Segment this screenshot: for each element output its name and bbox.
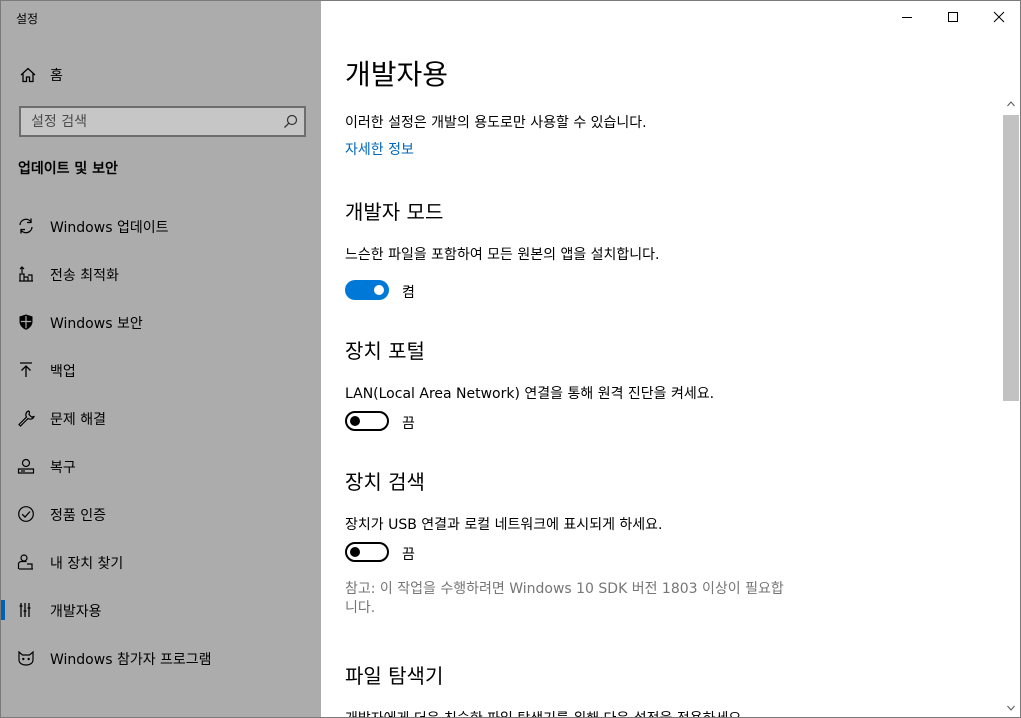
insider-cat-icon bbox=[17, 649, 35, 667]
minimize-icon bbox=[902, 17, 912, 18]
scroll-up-arrow-icon bbox=[1007, 101, 1015, 107]
sidebar-item-label: Windows 보안 bbox=[50, 316, 143, 332]
sidebar-item-label: 문제 해결 bbox=[50, 412, 106, 428]
home-label: 홈 bbox=[50, 68, 63, 84]
window-title: 설정 bbox=[16, 12, 39, 26]
device-portal-description: LAN(Local Area Network) 연결을 통해 원격 진단을 켜세… bbox=[345, 386, 715, 402]
dev-mode-toggle[interactable] bbox=[345, 280, 389, 300]
main-content: 개발자용 이러한 설정은 개발의 용도로만 사용할 수 있습니다. 자세한 정보… bbox=[321, 1, 1020, 717]
recovery-icon bbox=[17, 457, 35, 475]
home-nav-item[interactable]: 홈 bbox=[1, 59, 321, 91]
intro-text: 이러한 설정은 개발의 용도로만 사용할 수 있습니다. bbox=[345, 115, 647, 131]
sidebar: 설정 홈 업데이트 및 보안 Windows 업데이트 bbox=[1, 1, 321, 717]
file-explorer-heading: 파일 탐색기 bbox=[345, 664, 444, 688]
sidebar-item-label: Windows 업데이트 bbox=[50, 220, 169, 236]
device-discovery-note: 참고: 이 작업을 수행하려면 Windows 10 SDK 버전 1803 이… bbox=[345, 581, 784, 616]
device-discovery-state: 끔 bbox=[402, 547, 415, 563]
sidebar-item-for-developers[interactable]: 개발자용 bbox=[1, 586, 321, 634]
toggle-knob bbox=[374, 285, 384, 295]
sidebar-nav: Windows 업데이트 전송 최적화 Windows 보안 백업 문제 해결 … bbox=[1, 202, 321, 682]
dev-mode-state: 켬 bbox=[402, 285, 415, 301]
sidebar-item-label: Windows 참가자 프로그램 bbox=[50, 652, 212, 668]
sidebar-item-label: 백업 bbox=[50, 364, 76, 380]
dev-mode-description: 느슨한 파일을 포함하여 모든 원본의 앱을 설치합니다. bbox=[345, 247, 660, 263]
check-circle-icon bbox=[17, 505, 35, 523]
sidebar-item-windows-security[interactable]: Windows 보안 bbox=[1, 298, 321, 346]
scroll-down-arrow-icon bbox=[1007, 705, 1015, 711]
sidebar-item-label: 정품 인증 bbox=[50, 508, 106, 524]
sidebar-item-recovery[interactable]: 복구 bbox=[1, 442, 321, 490]
device-discovery-toggle[interactable] bbox=[345, 542, 389, 562]
minimize-button[interactable] bbox=[884, 1, 930, 33]
settings-search-box[interactable] bbox=[19, 106, 306, 137]
device-portal-toggle[interactable] bbox=[345, 411, 389, 431]
delivery-optimization-icon bbox=[17, 265, 35, 283]
device-portal-state: 끔 bbox=[402, 416, 415, 432]
sidebar-item-windows-update[interactable]: Windows 업데이트 bbox=[1, 202, 321, 250]
search-icon[interactable] bbox=[283, 114, 298, 129]
person-locate-icon bbox=[17, 553, 35, 571]
sync-icon bbox=[17, 217, 35, 235]
toggle-knob bbox=[350, 547, 360, 557]
section-title: 업데이트 및 보안 bbox=[18, 161, 118, 177]
close-button[interactable] bbox=[976, 1, 1020, 33]
developer-tools-icon bbox=[17, 601, 35, 619]
sidebar-item-label: 전송 최적화 bbox=[50, 268, 119, 284]
maximize-icon bbox=[948, 12, 958, 22]
sidebar-item-delivery-optimization[interactable]: 전송 최적화 bbox=[1, 250, 321, 298]
close-icon bbox=[993, 11, 1005, 23]
more-info-link[interactable]: 자세한 정보 bbox=[345, 139, 414, 159]
sidebar-item-troubleshoot[interactable]: 문제 해결 bbox=[1, 394, 321, 442]
shield-icon bbox=[17, 313, 35, 331]
sidebar-item-label: 내 장치 찾기 bbox=[50, 556, 124, 572]
sidebar-item-activation[interactable]: 정품 인증 bbox=[1, 490, 321, 538]
page-title: 개발자용 bbox=[345, 58, 449, 91]
sidebar-item-find-my-device[interactable]: 내 장치 찾기 bbox=[1, 538, 321, 586]
sidebar-item-backup[interactable]: 백업 bbox=[1, 346, 321, 394]
search-input[interactable] bbox=[21, 108, 304, 135]
maximize-button[interactable] bbox=[930, 1, 976, 33]
vertical-scrollbar[interactable] bbox=[1003, 97, 1019, 717]
sidebar-item-windows-insider[interactable]: Windows 참가자 프로그램 bbox=[1, 634, 321, 682]
scrollbar-thumb[interactable] bbox=[1003, 115, 1019, 401]
device-discovery-heading: 장치 검색 bbox=[345, 470, 425, 494]
sidebar-item-label: 개발자용 bbox=[50, 604, 102, 620]
device-portal-heading: 장치 포털 bbox=[345, 339, 425, 363]
home-icon bbox=[19, 66, 37, 84]
file-explorer-description: 개발자에게 더욱 친숙한 파일 탐색기를 위해 다음 설정을 적용하세요. bbox=[345, 708, 746, 717]
device-discovery-description: 장치가 USB 연결과 로컬 네트워크에 표시되게 하세요. bbox=[345, 517, 663, 533]
sidebar-item-label: 복구 bbox=[50, 460, 76, 476]
dev-mode-heading: 개발자 모드 bbox=[345, 200, 444, 224]
backup-arrow-icon bbox=[17, 361, 35, 379]
wrench-icon bbox=[17, 409, 35, 427]
settings-window: 설정 홈 업데이트 및 보안 Windows 업데이트 bbox=[0, 0, 1021, 718]
toggle-knob bbox=[350, 416, 360, 426]
